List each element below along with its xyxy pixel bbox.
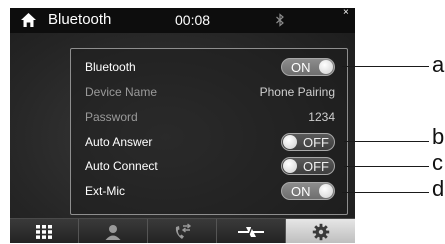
- setting-row-auto-connect: Auto Connect OFF: [85, 157, 335, 177]
- grid-menu-icon: [36, 224, 52, 239]
- nav-call-log-button[interactable]: [148, 219, 217, 243]
- setting-label-bluetooth: Bluetooth: [85, 60, 136, 74]
- toggle-knob: [319, 60, 333, 74]
- bluetooth-toggle[interactable]: ON: [281, 58, 335, 76]
- auto-connect-toggle[interactable]: OFF: [281, 157, 335, 175]
- settings-gear-icon: [312, 223, 329, 240]
- bluetooth-screen: Bluetooth 00:08 × Bluetooth ON Device Na…: [10, 8, 355, 243]
- toggle-state: OFF: [303, 159, 329, 174]
- password-value: 1234: [308, 110, 335, 124]
- page-title: Bluetooth: [48, 11, 112, 28]
- setting-label-device-name: Device Name: [85, 85, 158, 99]
- callout-line-b: [344, 141, 429, 142]
- bottom-nav: [10, 218, 355, 243]
- device-name-value: Phone Pairing: [259, 85, 335, 99]
- toggle-knob: [283, 159, 297, 173]
- setting-label-auto-answer: Auto Answer: [85, 135, 153, 149]
- clock: 00:08: [175, 12, 211, 28]
- toggle-state: OFF: [303, 135, 329, 150]
- setting-label-auto-connect: Auto Connect: [85, 159, 158, 173]
- callout-label-a: a: [432, 52, 445, 77]
- toggle-knob: [283, 135, 297, 149]
- callout-label-d: d: [432, 176, 445, 201]
- bluetooth-settings-panel: Bluetooth ON Device Name Phone Pairing P…: [70, 48, 348, 215]
- home-icon[interactable]: [20, 12, 37, 28]
- close-icon[interactable]: ×: [343, 8, 349, 18]
- toggle-state: ON: [291, 184, 311, 199]
- setting-row-password: Password 1234: [85, 108, 335, 128]
- callout-label-c: c: [432, 150, 443, 175]
- nav-settings-button[interactable]: [286, 219, 355, 243]
- setting-label-ext-mic: Ext-Mic: [85, 184, 125, 198]
- setting-row-auto-answer: Auto Answer OFF: [85, 133, 335, 153]
- ext-mic-toggle[interactable]: ON: [281, 182, 335, 200]
- bluetooth-status-icon: [276, 13, 284, 27]
- nav-bluetooth-link-button[interactable]: [217, 219, 286, 243]
- callout-line-c: [344, 166, 429, 167]
- call-log-icon: [175, 222, 192, 239]
- callout-label-b: b: [432, 124, 445, 149]
- contacts-icon: [105, 224, 121, 240]
- toggle-state: ON: [291, 60, 311, 75]
- setting-row-ext-mic: Ext-Mic ON: [85, 182, 335, 202]
- setting-row-bluetooth: Bluetooth ON: [85, 58, 335, 78]
- callout-line-a: [342, 66, 429, 67]
- nav-contacts-button[interactable]: [79, 219, 148, 243]
- nav-menu-button[interactable]: [10, 219, 79, 243]
- setting-label-password: Password: [85, 110, 138, 124]
- bluetooth-link-icon: [238, 226, 264, 237]
- top-bar: Bluetooth 00:08 ×: [10, 8, 355, 33]
- setting-row-device-name: Device Name Phone Pairing: [85, 83, 335, 103]
- auto-answer-toggle[interactable]: OFF: [281, 133, 335, 151]
- callout-line-d: [342, 192, 429, 193]
- toggle-knob: [319, 184, 333, 198]
